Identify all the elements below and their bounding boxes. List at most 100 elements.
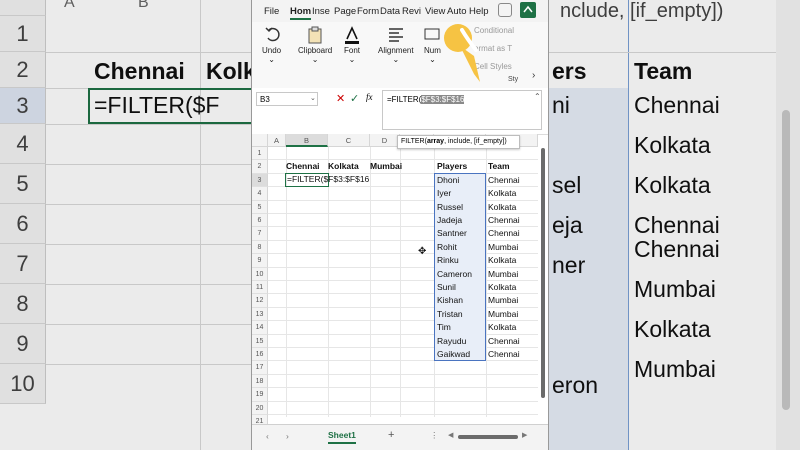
move-cursor-icon: ✥ (418, 246, 427, 257)
team-cell[interactable]: Chennai (488, 228, 520, 238)
scroll-right-icon[interactable]: ▶ (522, 431, 527, 439)
cell-g2-team[interactable]: Team (488, 161, 510, 171)
row-header-9[interactable]: 9 (252, 254, 268, 268)
scroll-left-icon[interactable]: ◀ (448, 431, 453, 439)
player-cell[interactable]: Tim (437, 322, 451, 332)
team-cell[interactable]: Chennai (488, 336, 520, 346)
row-header-16[interactable]: 16 (252, 348, 268, 362)
cell-d2-mumbai[interactable]: Mumbai (370, 161, 402, 171)
team-cell[interactable]: Kolkata (488, 282, 516, 292)
next-sheet-icon[interactable]: › (286, 431, 289, 441)
row-header-10[interactable]: 10 (252, 267, 268, 281)
player-cell[interactable]: Cameron (437, 269, 472, 279)
menu-review[interactable]: Revi (402, 6, 421, 17)
col-header-c[interactable]: C (328, 134, 370, 147)
menu-insert[interactable]: Inse (312, 6, 330, 17)
tabs-options-icon[interactable]: ⋮ (430, 430, 439, 441)
team-cell[interactable]: Chennai (488, 215, 520, 225)
player-cell[interactable]: Rohit (437, 242, 457, 252)
col-header-b[interactable]: B (286, 134, 328, 147)
sheet-tab-sheet1[interactable]: Sheet1 (328, 430, 356, 444)
number-format-icon (424, 26, 440, 42)
row-header-6[interactable]: 6 (252, 214, 268, 228)
name-box-dropdown-icon[interactable]: ⌄ (310, 94, 316, 102)
player-cell[interactable]: Santner (437, 228, 467, 238)
horizontal-scrollbar[interactable] (458, 435, 518, 439)
player-cell[interactable]: Dhoni (437, 175, 459, 185)
player-cell[interactable]: Tristan (437, 309, 463, 319)
function-tooltip[interactable]: FILTER(array, include, [if_empty]) (397, 135, 520, 149)
row-header-17[interactable]: 17 (252, 361, 268, 375)
row-header-14[interactable]: 14 (252, 321, 268, 335)
row-header-4[interactable]: 4 (252, 187, 268, 201)
col-header-a[interactable]: A (268, 134, 286, 147)
ribbon-more-chevron-icon[interactable]: › (532, 70, 535, 81)
team-cell[interactable]: Chennai (488, 175, 520, 185)
pointing-hand-icon (440, 20, 500, 95)
cancel-icon[interactable]: ✕ (336, 92, 345, 105)
enter-icon[interactable]: ✓ (350, 92, 359, 105)
font-button[interactable]: Font ⌄ (344, 26, 360, 64)
select-all-corner[interactable] (252, 134, 268, 147)
team-cell[interactable]: Chennai (488, 349, 520, 359)
row-header-2[interactable]: 2 (252, 160, 268, 174)
player-cell[interactable]: Kishan (437, 295, 463, 305)
team-cell[interactable]: Kolkata (488, 202, 516, 212)
clipboard-icon (307, 26, 323, 44)
team-cell[interactable]: Kolkata (488, 322, 516, 332)
expand-formula-bar-icon[interactable]: ⌃ (534, 92, 541, 101)
worksheet-grid[interactable]: A B C D F G 1234567891011121314151617181… (252, 134, 548, 429)
formula-input[interactable]: =FILTER($F$3:$F$16 (382, 90, 542, 130)
col-header-d[interactable]: D (370, 134, 400, 147)
player-cell[interactable]: Rinku (437, 255, 459, 265)
row-header-3[interactable]: 3 (252, 173, 268, 188)
menu-data[interactable]: Data (380, 6, 400, 17)
team-cell[interactable]: Kolkata (488, 188, 516, 198)
clipboard-button[interactable]: Clipboard ⌄ (298, 26, 332, 64)
player-cell[interactable]: Iyer (437, 188, 451, 198)
undo-button[interactable]: Undo ⌄ (262, 26, 281, 64)
team-cell[interactable]: Mumbai (488, 242, 518, 252)
row-header-11[interactable]: 11 (252, 281, 268, 295)
team-cell[interactable]: Kolkata (488, 255, 516, 265)
name-box[interactable]: B3 (256, 92, 318, 106)
player-cell[interactable]: Gaikwad (437, 349, 470, 359)
menu-page-layout[interactable]: Page (334, 6, 356, 17)
insert-function-icon[interactable]: fx (366, 92, 373, 102)
row-header-15[interactable]: 15 (252, 334, 268, 348)
row-header-13[interactable]: 13 (252, 307, 268, 322)
sheet-tabs-bar: ‹ › Sheet1 + ⋮ ◀ ▶ (252, 424, 548, 450)
add-sheet-button[interactable]: + (388, 429, 394, 441)
share-icon[interactable] (520, 2, 536, 18)
row-header-18[interactable]: 18 (252, 374, 268, 389)
cell-b3-formula[interactable]: =FILTER($F$3:$F$16 (287, 174, 369, 184)
row-header-5[interactable]: 5 (252, 200, 268, 214)
vertical-scrollbar[interactable] (541, 148, 545, 398)
player-cell[interactable]: Russel (437, 202, 463, 212)
player-cell[interactable]: Jadeja (437, 215, 462, 225)
row-header-12[interactable]: 12 (252, 294, 268, 308)
player-cell[interactable]: Sunil (437, 282, 456, 292)
player-cell[interactable]: Rayudu (437, 336, 466, 346)
cell-f2-players[interactable]: Players (437, 161, 467, 171)
team-cell[interactable]: Mumbai (488, 309, 518, 319)
menu-automate[interactable]: Auto (447, 6, 467, 17)
menu-formulas[interactable]: Form (357, 6, 379, 17)
team-cell[interactable]: Mumbai (488, 269, 518, 279)
menu-file[interactable]: File (264, 6, 279, 17)
row-header-20[interactable]: 20 (252, 401, 268, 415)
row-header-7[interactable]: 7 (252, 227, 268, 241)
menu-help[interactable]: Help (469, 6, 489, 17)
cell-b2-chennai[interactable]: Chennai (286, 161, 320, 171)
prev-sheet-icon[interactable]: ‹ (266, 431, 269, 441)
comments-icon[interactable] (498, 3, 512, 17)
row-header-19[interactable]: 19 (252, 388, 268, 402)
row-header-1[interactable]: 1 (252, 147, 268, 161)
cell-c2-kolkata[interactable]: Kolkata (328, 161, 359, 171)
number-button[interactable]: Num ⌄ (424, 26, 441, 64)
alignment-button[interactable]: Alignment ⌄ (378, 26, 414, 64)
menu-home[interactable]: Hom (290, 6, 312, 20)
menu-view[interactable]: View (425, 6, 445, 17)
team-cell[interactable]: Mumbai (488, 295, 518, 305)
row-header-8[interactable]: 8 (252, 240, 268, 255)
